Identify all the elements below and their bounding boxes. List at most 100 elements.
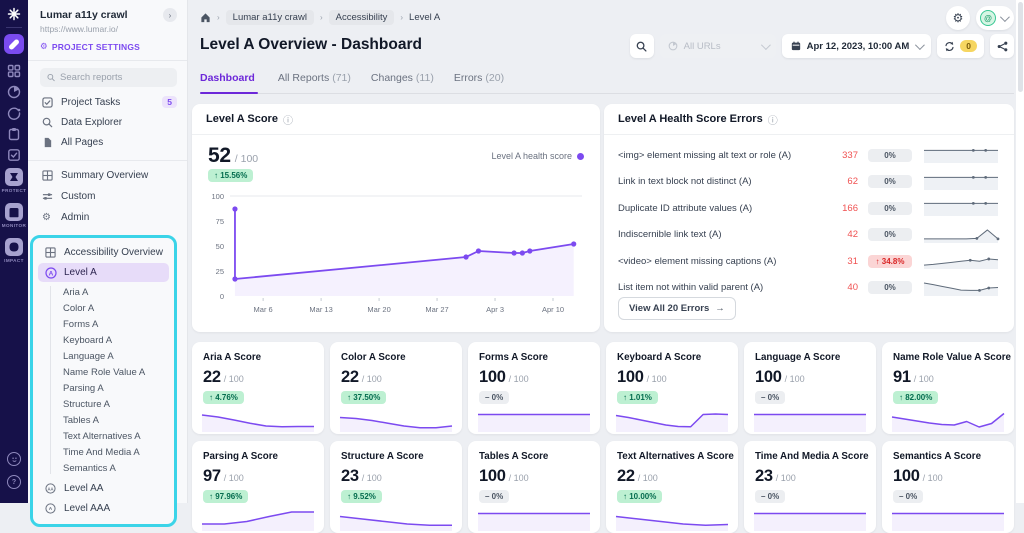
sync-button[interactable]: 0 — [937, 34, 984, 58]
lumar-logo-icon[interactable] — [7, 7, 21, 21]
card-title: Name Role Value A Score — [893, 352, 1011, 363]
share-button[interactable] — [990, 34, 1014, 58]
sidebar-item-label: All Pages — [61, 137, 177, 148]
sidebar-subitem[interactable]: Text Alternatives A — [33, 428, 174, 444]
tab[interactable]: Changes (11) — [371, 72, 434, 93]
account-menu-button[interactable]: @ — [976, 6, 1014, 30]
category-score-card[interactable]: Semantics A Score 100 / 100 – 0% — [882, 441, 1014, 533]
sidebar-subitem[interactable]: Forms A — [33, 316, 174, 332]
info-icon[interactable]: ⓘ — [768, 112, 778, 127]
help-icon[interactable]: ? — [7, 475, 21, 489]
sidebar-item-level-aaa[interactable]: A Level AAA — [33, 498, 174, 518]
card-title: Color A Score — [341, 352, 406, 363]
category-score-card[interactable]: Language A Score 100 / 100 – 0% — [744, 342, 876, 434]
sidebar-subitem[interactable]: Keyboard A — [33, 332, 174, 348]
rail-group-monitor[interactable]: MONITOR — [0, 203, 28, 228]
apps-grid-icon[interactable] — [7, 64, 21, 78]
category-score-card[interactable]: Forms A Score 100 / 100 – 0% — [468, 342, 600, 434]
category-score-card[interactable]: Parsing A Score 97 / 100 ↑ 97.96% — [192, 441, 324, 533]
share-icon — [997, 41, 1008, 52]
category-score-card[interactable]: Color A Score 22 / 100 ↑ 37.50% — [330, 342, 462, 434]
crawl-date-picker[interactable]: Apr 12, 2023, 10:00 AM — [782, 34, 932, 58]
tab[interactable]: Dashboard — [200, 72, 258, 93]
sidebar-subitem[interactable]: Tables A — [33, 412, 174, 428]
search-reports-input[interactable] — [40, 68, 177, 87]
category-score-card[interactable]: Time And Media A Score 23 / 100 – 0% — [744, 441, 876, 533]
breadcrumb-item[interactable]: Level A — [409, 12, 440, 23]
error-row[interactable]: Indiscernible link text (A) 42 0% — [604, 222, 1014, 249]
sidebar-subitem[interactable]: Parsing A — [33, 380, 174, 396]
task-check-icon[interactable] — [7, 148, 21, 162]
error-row[interactable]: Duplicate ID attribute values (A) 166 0% — [604, 195, 1014, 222]
sidebar-subitem[interactable]: Structure A — [33, 396, 174, 412]
error-row[interactable]: Link in text block not distinct (A) 62 0… — [604, 169, 1014, 196]
view-all-errors-button[interactable]: View All 20 Errors → — [618, 297, 736, 320]
sidebar-item-accessibility-overview[interactable]: Accessibility Overview — [33, 242, 174, 262]
card-title: Forms A Score — [479, 352, 548, 363]
sidebar-item-project-tasks[interactable]: Project Tasks 5 — [28, 92, 187, 112]
svg-text:Apr 10: Apr 10 — [542, 305, 564, 314]
home-icon[interactable] — [200, 12, 211, 23]
health-score-line-chart[interactable]: 0255075100Mar 6Mar 13Mar 20Mar 27Apr 3Ap… — [200, 188, 592, 326]
legend-label: Level A health score — [491, 151, 572, 161]
score-denominator: / 100 — [362, 473, 382, 483]
error-change-badge: ↑ 34.8% — [868, 255, 912, 268]
avatar: @ — [980, 10, 996, 26]
error-row[interactable]: <img> element missing alt text or role (… — [604, 142, 1014, 169]
accessibility-app-icon[interactable] — [4, 34, 24, 54]
project-switcher-button[interactable]: › — [163, 8, 177, 22]
rail-divider — [6, 27, 22, 28]
search-reports-field[interactable] — [60, 72, 170, 83]
tab[interactable]: Errors (20) — [454, 72, 504, 93]
feedback-smiley-icon[interactable] — [7, 452, 21, 466]
scrollbar[interactable] — [1016, 0, 1024, 503]
sidebar-item-summary-overview[interactable]: Summary Overview — [28, 165, 187, 186]
breadcrumb-item[interactable]: Lumar a11y crawl — [226, 10, 314, 25]
clipboard-icon[interactable] — [7, 127, 21, 141]
tab[interactable]: All Reports (71) — [278, 72, 351, 93]
svg-text:Mar 27: Mar 27 — [425, 305, 448, 314]
sidebar-subitem[interactable]: Semantics A — [33, 460, 174, 476]
category-score-card[interactable]: Aria A Score 22 / 100 ↑ 4.76% — [192, 342, 324, 434]
score-value: 100 — [479, 368, 506, 387]
project-settings-link[interactable]: ⚙ PROJECT SETTINGS — [40, 41, 177, 52]
sidebar-subitem[interactable]: Language A — [33, 348, 174, 364]
score-trend-sparkline — [476, 502, 592, 532]
settings-button[interactable]: ⚙ — [946, 6, 970, 30]
sidebar-subitem[interactable]: Time And Media A — [33, 444, 174, 460]
error-count: 337 — [830, 150, 858, 161]
category-score-card[interactable]: Name Role Value A Score 91 / 100 ↑ 82.00… — [882, 342, 1014, 434]
category-score-card[interactable]: Structure A Score 23 / 100 ↑ 9.52% — [330, 441, 462, 533]
rail-group-protect[interactable]: PROTECT — [0, 168, 28, 193]
sidebar-subitem-label: Time And Media A — [63, 447, 140, 458]
sidebar-subitem[interactable]: Name Role Value A — [33, 364, 174, 380]
sidebar-item-custom[interactable]: Custom — [28, 186, 187, 207]
error-row[interactable]: <video> element missing captions (A) 31 … — [604, 248, 1014, 275]
category-score-card[interactable]: Text Alternatives A Score 22 / 100 ↑ 10.… — [606, 441, 738, 533]
scrollbar-thumb[interactable] — [1018, 2, 1023, 92]
pie-app-icon[interactable] — [7, 85, 21, 99]
breadcrumb-item[interactable]: Accessibility — [329, 10, 395, 25]
sidebar-item-level-aa[interactable]: AA Level AA — [33, 478, 174, 498]
score-denominator: / 100 — [785, 374, 805, 384]
url-filter-select[interactable]: All URLs — [660, 34, 776, 58]
table-icon — [45, 247, 56, 258]
sidebar-subitem[interactable]: Aria A — [33, 284, 174, 300]
sidebar-item-level-a[interactable]: A Level A — [38, 263, 169, 282]
chart-legend: Level A health score — [491, 151, 584, 161]
annotation-highlight-box: Accessibility Overview A Level A Aria AC… — [30, 235, 177, 527]
sidebar-item-all-pages[interactable]: All Pages — [28, 132, 187, 152]
rail-group-impact[interactable]: IMPACT — [0, 238, 28, 263]
sidebar-item-admin[interactable]: ⚙ Admin — [28, 207, 187, 228]
category-score-card[interactable]: Tables A Score 100 / 100 – 0% — [468, 441, 600, 533]
sidebar-subitem[interactable]: Color A — [33, 300, 174, 316]
info-icon[interactable]: ⓘ — [283, 112, 293, 127]
monitor-app-icon[interactable] — [7, 106, 21, 120]
view-all-label: View All 20 Errors — [629, 303, 709, 314]
health-score-errors-card: Level A Health Score Errors ⓘ <img> elem… — [604, 104, 1014, 332]
category-score-card[interactable]: Keyboard A Score 100 / 100 ↑ 1.01% — [606, 342, 738, 434]
breadcrumb-separator: › — [320, 13, 323, 22]
sidebar-item-data-explorer[interactable]: Data Explorer — [28, 112, 187, 132]
search-button[interactable] — [630, 34, 654, 58]
score-value: 22 — [203, 368, 221, 387]
